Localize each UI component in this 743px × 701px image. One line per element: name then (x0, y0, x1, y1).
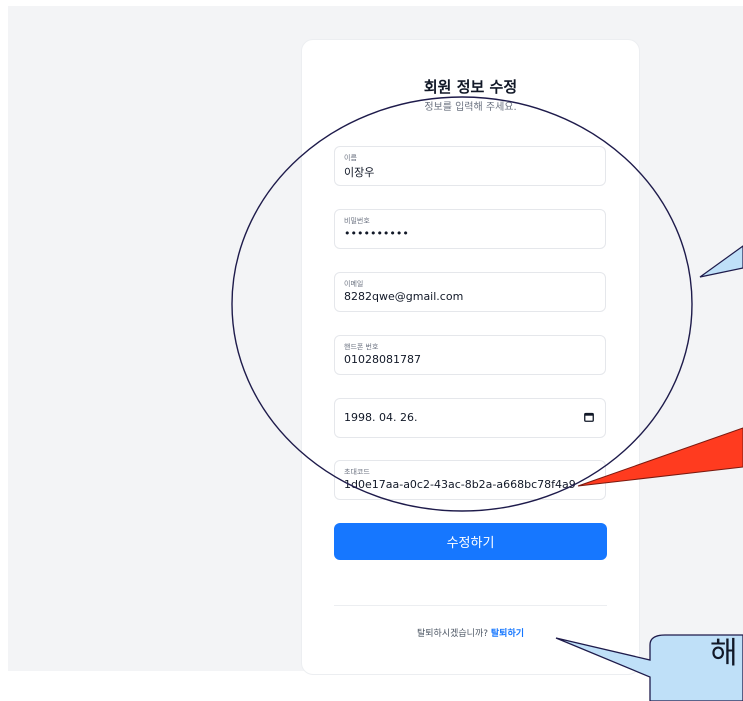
phone-field-label: 핸드폰 번호 (344, 343, 379, 351)
phone-field-value: 01028081787 (344, 353, 421, 366)
birthdate-field[interactable]: 1998. 04. 26. (334, 398, 606, 438)
invite-code-field-label: 초대코드 (344, 468, 370, 476)
password-field-value: •••••••••• (344, 227, 409, 240)
email-field-value: 8282qwe@gmail.com (344, 290, 464, 303)
invite-code-field[interactable]: 초대코드 1d0e17aa-a0c2-43ac-8b2a-a668bc78f4a… (334, 460, 606, 500)
invite-code-field-value: 1d0e17aa-a0c2-43ac-8b2a-a668bc78f4a9 (344, 478, 576, 491)
password-field-label: 비밀번호 (344, 217, 370, 225)
edit-profile-card: 회원 정보 수정 정보를 입력해 주세요. 이름 이장우 비밀번호 ••••••… (301, 39, 640, 675)
password-field[interactable]: 비밀번호 •••••••••• (334, 209, 606, 249)
callout-bottom-text: 해 (710, 636, 738, 671)
withdraw-prompt: 탈퇴하시겠습니까? (416, 629, 489, 639)
page-subtitle: 정보를 입력해 주세요. (424, 102, 517, 113)
birthdate-field-value: 1998. 04. 26. (344, 411, 418, 424)
withdraw-link[interactable]: 탈퇴하기 (491, 629, 524, 639)
page-title: 회원 정보 수정 (423, 78, 518, 96)
calendar-icon[interactable] (584, 412, 594, 422)
name-field[interactable]: 이름 이장우 (334, 146, 606, 186)
email-field[interactable]: 이메일 8282qwe@gmail.com (334, 272, 606, 312)
name-field-label: 이름 (344, 154, 357, 162)
divider (334, 605, 607, 606)
email-field-label: 이메일 (344, 280, 364, 288)
submit-button[interactable]: 수정하기 (334, 523, 607, 560)
phone-field[interactable]: 핸드폰 번호 01028081787 (334, 335, 606, 375)
withdraw-footer: 탈퇴하시겠습니까? 탈퇴하기 (302, 626, 639, 639)
name-field-value: 이장우 (344, 166, 375, 179)
